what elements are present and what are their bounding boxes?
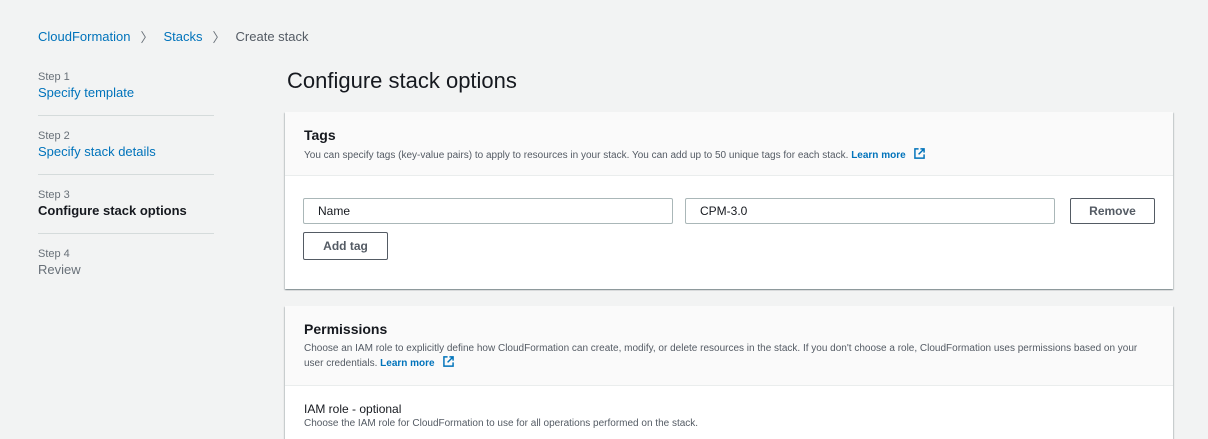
add-tag-button[interactable]: Add tag	[303, 232, 388, 260]
wizard-steps-nav: Step 1 Specify template Step 2 Specify s…	[38, 70, 214, 305]
page-title: Configure stack options	[287, 68, 517, 93]
breadcrumb-current: Create stack	[235, 29, 309, 44]
permissions-panel-body: IAM role - optional Choose the IAM role …	[285, 386, 1173, 439]
breadcrumb-separator: 〉	[212, 30, 226, 45]
tags-learn-more-link[interactable]: Learn more	[851, 148, 926, 161]
permissions-panel: Permissions Choose an IAM role to explic…	[285, 306, 1173, 439]
step-link-specify-stack-details[interactable]: Specify stack details	[38, 143, 214, 161]
tags-title: Tags	[304, 127, 336, 143]
tags-panel: Tags You can specify tags (key-value pai…	[285, 112, 1173, 289]
permissions-learn-more-link[interactable]: Learn more	[380, 356, 455, 369]
permissions-title: Permissions	[304, 321, 388, 337]
iam-role-description: Choose the IAM role for CloudFormation t…	[304, 418, 699, 429]
page: CloudFormation 〉 Stacks 〉 Create stack S…	[8, 8, 1200, 439]
tags-panel-header: Tags You can specify tags (key-value pai…	[285, 112, 1173, 176]
step-link-specify-template[interactable]: Specify template	[38, 84, 214, 102]
breadcrumb: CloudFormation 〉 Stacks 〉 Create stack	[38, 27, 309, 46]
step-number: Step 1	[38, 71, 70, 83]
external-link-icon	[914, 148, 926, 159]
breadcrumb-cloudformation[interactable]: CloudFormation	[38, 29, 131, 44]
tags-panel-body: Name CPM-3.0 Remove Add tag	[285, 176, 1173, 280]
step-number: Step 3	[38, 189, 70, 201]
permissions-learn-more-label: Learn more	[380, 358, 435, 369]
wizard-step-2: Step 2 Specify stack details	[38, 129, 214, 175]
permissions-description: Choose an IAM role to explicitly define …	[304, 342, 1154, 371]
step-number: Step 2	[38, 130, 70, 142]
wizard-step-1: Step 1 Specify template	[38, 70, 214, 116]
step-review-disabled: Review	[38, 262, 81, 277]
permissions-panel-header: Permissions Choose an IAM role to explic…	[285, 306, 1173, 386]
iam-role-label: IAM role - optional	[304, 402, 402, 416]
external-link-icon	[443, 356, 455, 367]
tag-value-input[interactable]: CPM-3.0	[685, 198, 1055, 224]
step-current-configure-stack-options: Configure stack options	[38, 203, 187, 218]
wizard-step-4: Step 4 Review	[38, 247, 214, 292]
tags-learn-more-label: Learn more	[851, 150, 906, 161]
breadcrumb-stacks[interactable]: Stacks	[164, 29, 203, 44]
step-number: Step 4	[38, 248, 70, 260]
remove-tag-button[interactable]: Remove	[1070, 198, 1155, 224]
tag-key-input[interactable]: Name	[303, 198, 673, 224]
breadcrumb-separator: 〉	[140, 30, 154, 45]
tags-description-text: You can specify tags (key-value pairs) t…	[304, 150, 849, 161]
tags-description: You can specify tags (key-value pairs) t…	[304, 148, 1154, 163]
wizard-step-3: Step 3 Configure stack options	[38, 188, 214, 234]
